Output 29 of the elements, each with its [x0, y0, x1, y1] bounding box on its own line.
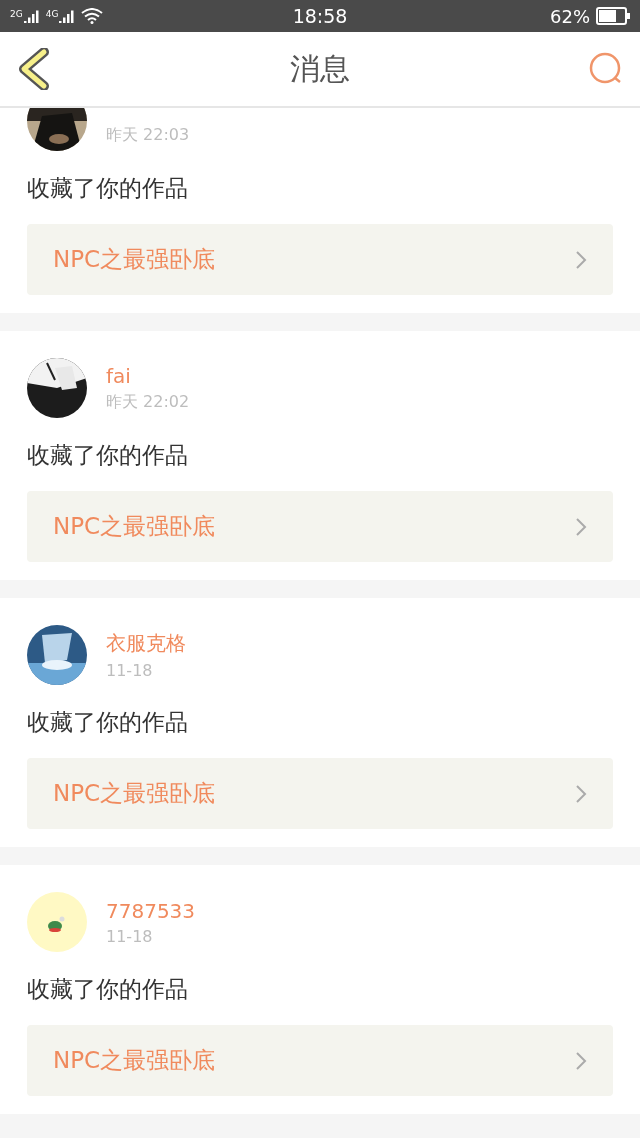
message-text: 收藏了你的作品: [27, 708, 189, 737]
message-time: 11-18: [106, 661, 154, 680]
work-link[interactable]: NPC之最强卧底: [27, 224, 613, 295]
user-name[interactable]: fai: [106, 363, 190, 388]
network-label: 2G: [10, 9, 23, 19]
message-text: 收藏了你的作品: [27, 174, 189, 203]
clock: 18:58: [292, 5, 348, 27]
network-label: 4G: [45, 9, 59, 19]
user-name[interactable]: 7787533: [106, 898, 196, 923]
battery-level: 62%: [550, 5, 590, 27]
chevron-right-icon: [575, 783, 587, 804]
message-time: 昨天 22:03: [106, 124, 190, 146]
message-time: 11-18: [106, 926, 154, 946]
chevron-right-icon: [575, 1050, 587, 1071]
battery-icon: [596, 7, 630, 25]
signal-icon: [23, 9, 40, 23]
wifi-icon: [81, 8, 104, 24]
back-button[interactable]: [16, 47, 52, 91]
work-link[interactable]: NPC之最强卧底: [27, 1025, 613, 1096]
page-title: 消息: [290, 49, 350, 88]
message-text: 收藏了你的作品: [27, 975, 189, 1004]
message-text: 收藏了你的作品: [27, 441, 189, 470]
message-time: 昨天 22:02: [106, 391, 190, 413]
user-name[interactable]: 衣服克格: [106, 630, 186, 657]
chevron-right-icon: [575, 249, 587, 270]
chevron-right-icon: [575, 516, 587, 537]
work-link[interactable]: NPC之最强卧底: [27, 758, 613, 829]
work-link[interactable]: NPC之最强卧底: [27, 491, 613, 562]
signal-icon: [59, 9, 76, 23]
